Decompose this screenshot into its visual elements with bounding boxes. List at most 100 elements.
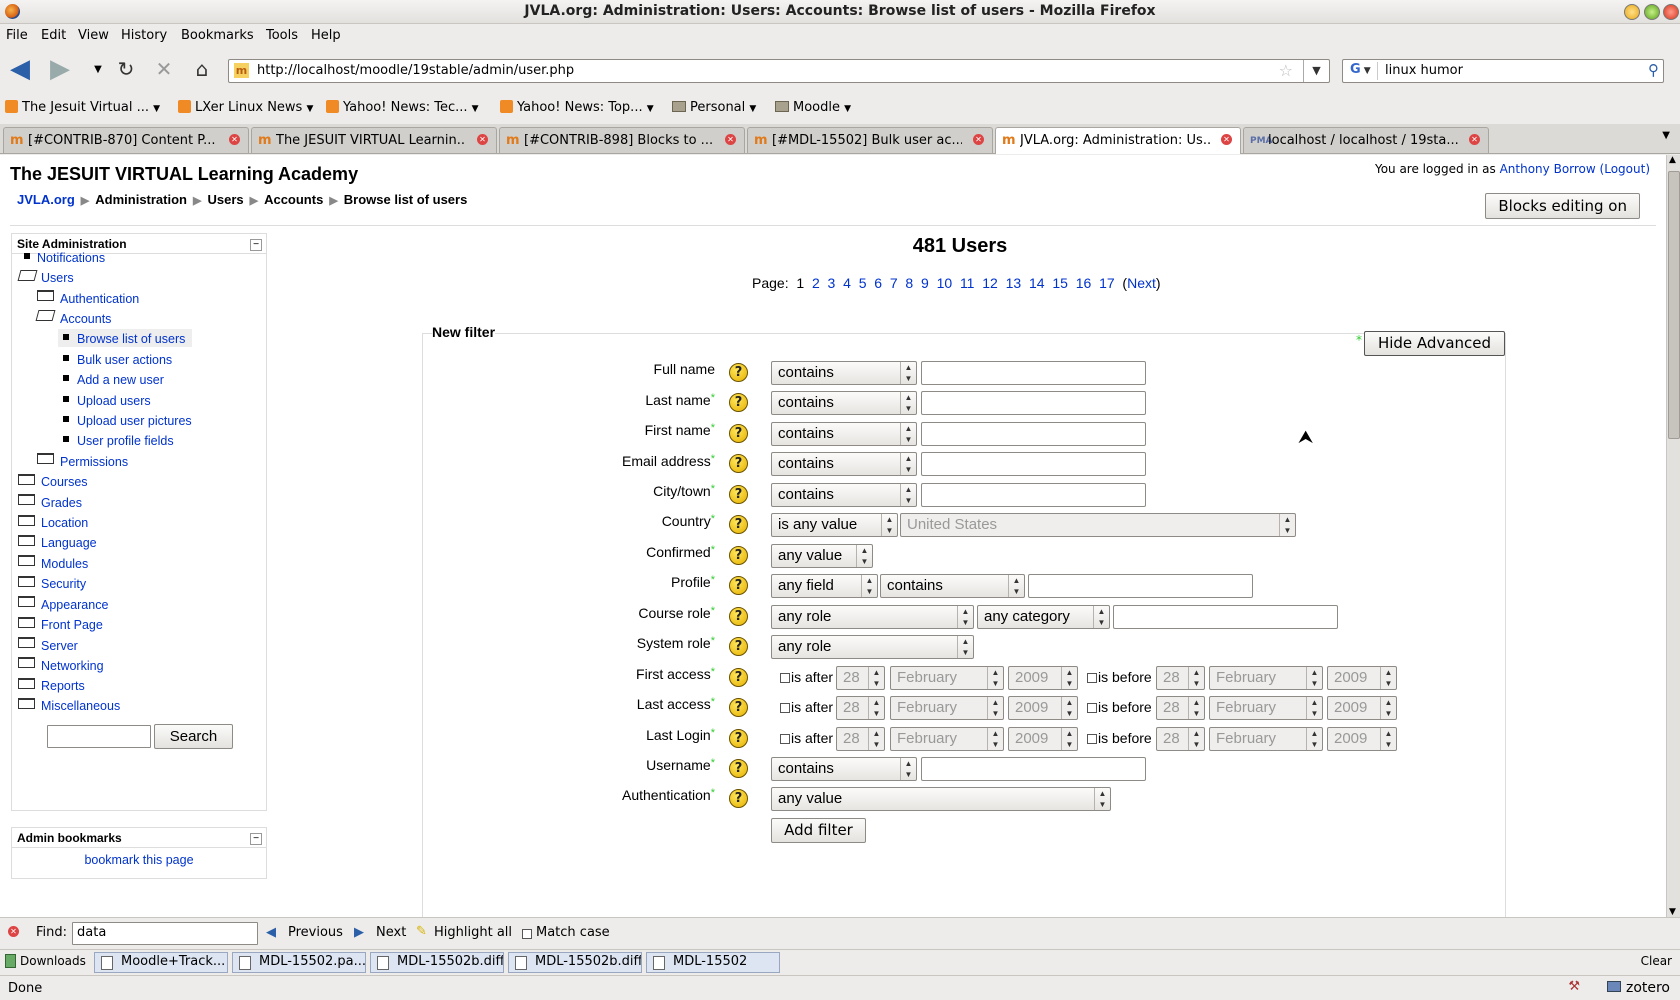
tree-modules[interactable]: Modules xyxy=(41,557,88,571)
hide-advanced-button[interactable]: Hide Advanced xyxy=(1364,331,1505,356)
find-input[interactable]: data xyxy=(72,922,258,945)
tree-miscellaneous[interactable]: Miscellaneous xyxy=(41,699,120,713)
tree-language[interactable]: Language xyxy=(41,536,97,550)
confirmed-select[interactable]: any value ▲ ▼ xyxy=(771,544,873,568)
last-access-after-day[interactable]: 28 ▲ ▼ xyxy=(836,696,885,720)
tree-add-user[interactable]: Add a new user xyxy=(77,373,164,387)
last-login-before-checkbox[interactable] xyxy=(1087,734,1097,744)
help-icon[interactable]: ? xyxy=(729,607,748,626)
tree-upload-users[interactable]: Upload users xyxy=(77,394,151,408)
first-access-before-checkbox[interactable] xyxy=(1087,673,1097,683)
page-link[interactable]: 14 xyxy=(1029,275,1045,291)
add-filter-button[interactable]: Add filter xyxy=(771,818,866,843)
folder-icon[interactable] xyxy=(18,555,35,566)
search-bar[interactable]: G ▼ linux humor ⚲ xyxy=(1342,59,1664,83)
search-icon[interactable]: ⚲ xyxy=(1648,61,1659,79)
tree-profile-fields[interactable]: User profile fields xyxy=(77,434,174,448)
close-tab-icon[interactable]: ✕ xyxy=(725,134,736,145)
tree-accounts[interactable]: Accounts xyxy=(60,312,111,326)
collapse-icon[interactable]: − xyxy=(250,833,262,845)
help-icon[interactable]: ? xyxy=(729,454,748,473)
bookmark-personal[interactable]: Personal ▼ xyxy=(672,100,756,115)
menu-bookmarks[interactable]: Bookmarks xyxy=(181,28,254,43)
zotero-button[interactable]: zotero xyxy=(1606,980,1670,996)
folder-icon[interactable] xyxy=(37,290,54,301)
highlight-all-button[interactable]: Highlight all xyxy=(434,925,512,940)
next-page-link[interactable]: Next xyxy=(1127,275,1156,291)
help-icon[interactable]: ? xyxy=(729,698,748,717)
url-text[interactable]: http://localhost/moodle/19stable/admin/u… xyxy=(257,63,574,78)
help-icon[interactable]: ? xyxy=(729,515,748,534)
city-input[interactable] xyxy=(921,483,1146,507)
tree-grades[interactable]: Grades xyxy=(41,496,82,510)
course-role-input[interactable] xyxy=(1113,605,1338,629)
logout-link[interactable]: (Logout) xyxy=(1600,162,1650,176)
page-link[interactable]: 2 xyxy=(812,275,820,291)
close-findbar-icon[interactable]: ✕ xyxy=(8,926,19,937)
help-icon[interactable]: ? xyxy=(729,637,748,656)
course-category-select[interactable]: any category ▲ ▼ xyxy=(977,605,1110,629)
tree-permissions[interactable]: Permissions xyxy=(60,455,128,469)
reload-icon[interactable]: ↻ xyxy=(112,55,140,83)
fullname-input[interactable] xyxy=(921,361,1146,385)
help-icon[interactable]: ? xyxy=(729,668,748,687)
tab-list-icon[interactable]: ▼ xyxy=(1662,130,1670,141)
tab-phpmyadmin[interactable]: PMA localhost / localhost / 19sta... ✕ xyxy=(1243,127,1489,153)
downloads-label[interactable]: Downloads xyxy=(20,954,86,968)
help-icon[interactable]: ? xyxy=(729,424,748,443)
country-select[interactable]: United States ▲ ▼ xyxy=(900,513,1296,537)
menu-history[interactable]: History xyxy=(121,28,167,43)
first-access-after-year[interactable]: 2009 ▲ ▼ xyxy=(1008,666,1078,690)
url-dropdown-icon[interactable]: ▼ xyxy=(1303,60,1329,82)
lastname-input[interactable] xyxy=(921,391,1146,415)
tab-contrib-870[interactable]: m [#CONTRIB-870] Content P... ✕ xyxy=(3,127,249,153)
username-input[interactable] xyxy=(921,757,1146,781)
bookmark-moodle[interactable]: Moodle ▼ xyxy=(775,100,851,115)
home-icon[interactable]: ⌂ xyxy=(188,55,216,83)
tree-upload-pictures[interactable]: Upload user pictures xyxy=(77,414,192,428)
first-access-after-month[interactable]: February ▲ ▼ xyxy=(890,666,1004,690)
email-operator-select[interactable]: contains ▲ ▼ xyxy=(771,452,917,476)
country-operator-select[interactable]: is any value ▲ ▼ xyxy=(771,513,898,537)
folder-icon[interactable] xyxy=(18,494,35,505)
first-access-before-year[interactable]: 2009 ▲ ▼ xyxy=(1327,666,1397,690)
menu-view[interactable]: View xyxy=(78,28,109,43)
first-access-after-day[interactable]: 28 ▲ ▼ xyxy=(836,666,885,690)
folder-icon[interactable] xyxy=(18,515,35,526)
folder-icon[interactable] xyxy=(18,678,35,689)
tree-networking[interactable]: Networking xyxy=(41,659,104,673)
last-access-before-month[interactable]: February ▲ ▼ xyxy=(1209,696,1323,720)
help-icon[interactable]: ? xyxy=(729,485,748,504)
profile-input[interactable] xyxy=(1028,574,1253,598)
profile-operator-select[interactable]: contains ▲ ▼ xyxy=(880,574,1025,598)
page-link[interactable]: 16 xyxy=(1076,275,1092,291)
find-next-button[interactable]: Next xyxy=(376,925,406,940)
tree-front-page[interactable]: Front Page xyxy=(41,618,103,632)
last-access-after-month[interactable]: February ▲ ▼ xyxy=(890,696,1004,720)
system-role-select[interactable]: any role ▲ ▼ xyxy=(771,635,974,659)
download-item[interactable]: MDL-15502.pa... xyxy=(232,952,366,973)
history-dropdown-icon[interactable]: ▼ xyxy=(84,55,112,83)
fullname-operator-select[interactable]: contains ▲ ▼ xyxy=(771,361,917,385)
last-login-before-year[interactable]: 2009 ▲ ▼ xyxy=(1327,727,1397,751)
page-link[interactable]: 17 xyxy=(1099,275,1115,291)
folder-icon[interactable] xyxy=(18,535,35,546)
page-link[interactable]: 5 xyxy=(859,275,867,291)
match-case-checkbox[interactable] xyxy=(522,929,532,939)
firstname-operator-select[interactable]: contains ▲ ▼ xyxy=(771,422,917,446)
menu-file[interactable]: File xyxy=(6,28,28,43)
page-link[interactable]: 13 xyxy=(1006,275,1022,291)
tree-server[interactable]: Server xyxy=(41,639,78,653)
scroll-up-icon[interactable]: ▲ xyxy=(1669,155,1676,165)
download-item[interactable]: MDL-15502b.diff xyxy=(508,952,642,973)
maximize-button[interactable] xyxy=(1644,4,1660,20)
folder-icon[interactable] xyxy=(18,474,35,485)
close-tab-icon[interactable]: ✕ xyxy=(477,134,488,145)
last-access-before-day[interactable]: 28 ▲ ▼ xyxy=(1156,696,1205,720)
tab-contrib-898[interactable]: m [#CONTRIB-898] Blocks to ... ✕ xyxy=(499,127,745,153)
close-tab-icon[interactable]: ✕ xyxy=(973,134,984,145)
last-login-before-month[interactable]: February ▲ ▼ xyxy=(1209,727,1323,751)
page-link[interactable]: 9 xyxy=(921,275,929,291)
bookmark-yahoo-tech[interactable]: Yahoo! News: Tec... ▼ xyxy=(326,100,479,115)
back-arrow-icon[interactable]: ◀ xyxy=(6,54,34,84)
